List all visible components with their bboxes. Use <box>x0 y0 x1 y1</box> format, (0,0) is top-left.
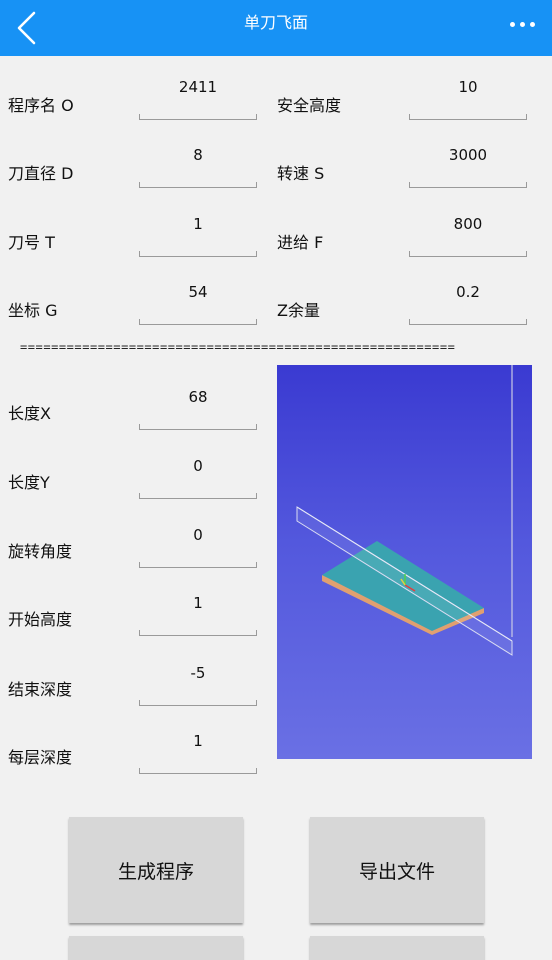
layer-depth-field[interactable]: 1 <box>139 732 257 774</box>
spindle-speed-value: 3000 <box>448 146 488 164</box>
export-file-button[interactable]: 导出文件 <box>310 817 484 923</box>
tool-number-label: 刀号 T <box>8 233 55 252</box>
layer-depth-value: 1 <box>193 732 203 750</box>
safe-height-field[interactable]: 10 <box>409 78 527 120</box>
toolpath-preview-graphic <box>296 365 513 656</box>
length-y-field[interactable]: 0 <box>139 457 257 499</box>
tool-diameter-label: 刀直径 D <box>8 164 74 183</box>
toolpath-preview[interactable] <box>277 365 532 759</box>
z-allowance-value: 0.2 <box>456 283 480 301</box>
rotation-angle-label: 旋转角度 <box>8 542 73 561</box>
start-height-label: 开始高度 <box>8 610 73 629</box>
length-y-value: 0 <box>193 457 203 475</box>
more-dots-icon <box>509 21 515 27</box>
z-allowance-field[interactable]: 0.2 <box>409 283 527 325</box>
tool-diameter-value: 8 <box>193 146 203 164</box>
end-depth-value: -5 <box>190 664 206 682</box>
page-title: 单刀飞面 <box>243 13 308 32</box>
layer-depth-label: 每层深度 <box>8 748 73 767</box>
program-name-value: 2411 <box>178 78 218 96</box>
length-x-value: 68 <box>188 388 208 406</box>
rotation-angle-field[interactable]: 0 <box>139 526 257 568</box>
z-allowance-label: Z余量 <box>277 301 320 320</box>
rotation-angle-value: 0 <box>193 526 203 544</box>
app-bar: 单刀飞面 <box>0 0 552 56</box>
tool-diameter-field[interactable]: 8 <box>139 146 257 188</box>
safe-height-label: 安全高度 <box>277 96 342 115</box>
coordinate-field[interactable]: 54 <box>139 283 257 325</box>
program-name-label: 程序名 O <box>8 96 74 115</box>
tool-number-value: 1 <box>193 215 203 233</box>
length-y-label: 长度Y <box>8 473 50 492</box>
start-height-field[interactable]: 1 <box>139 594 257 636</box>
more-menu-button[interactable] <box>500 6 544 42</box>
length-x-field[interactable]: 68 <box>139 388 257 430</box>
feed-rate-value: 800 <box>453 215 483 233</box>
feed-rate-label: 进给 F <box>277 233 324 252</box>
length-x-label: 长度X <box>8 404 51 423</box>
extra-button-left[interactable] <box>69 936 243 960</box>
end-depth-field[interactable]: -5 <box>139 664 257 706</box>
safe-height-value: 10 <box>458 78 478 96</box>
extra-button-right[interactable] <box>310 936 484 960</box>
coordinate-label: 坐标 G <box>8 301 58 320</box>
spindle-speed-field[interactable]: 3000 <box>409 146 527 188</box>
program-name-field[interactable]: 2411 <box>139 78 257 120</box>
feed-rate-field[interactable]: 800 <box>409 215 527 257</box>
coordinate-value: 54 <box>188 283 208 301</box>
tool-number-field[interactable]: 1 <box>139 215 257 257</box>
spindle-speed-label: 转速 S <box>277 164 325 183</box>
generate-program-button[interactable]: 生成程序 <box>69 817 243 923</box>
end-depth-label: 结束深度 <box>8 680 73 699</box>
start-height-value: 1 <box>193 594 203 612</box>
section-divider: ========================================… <box>20 340 456 354</box>
